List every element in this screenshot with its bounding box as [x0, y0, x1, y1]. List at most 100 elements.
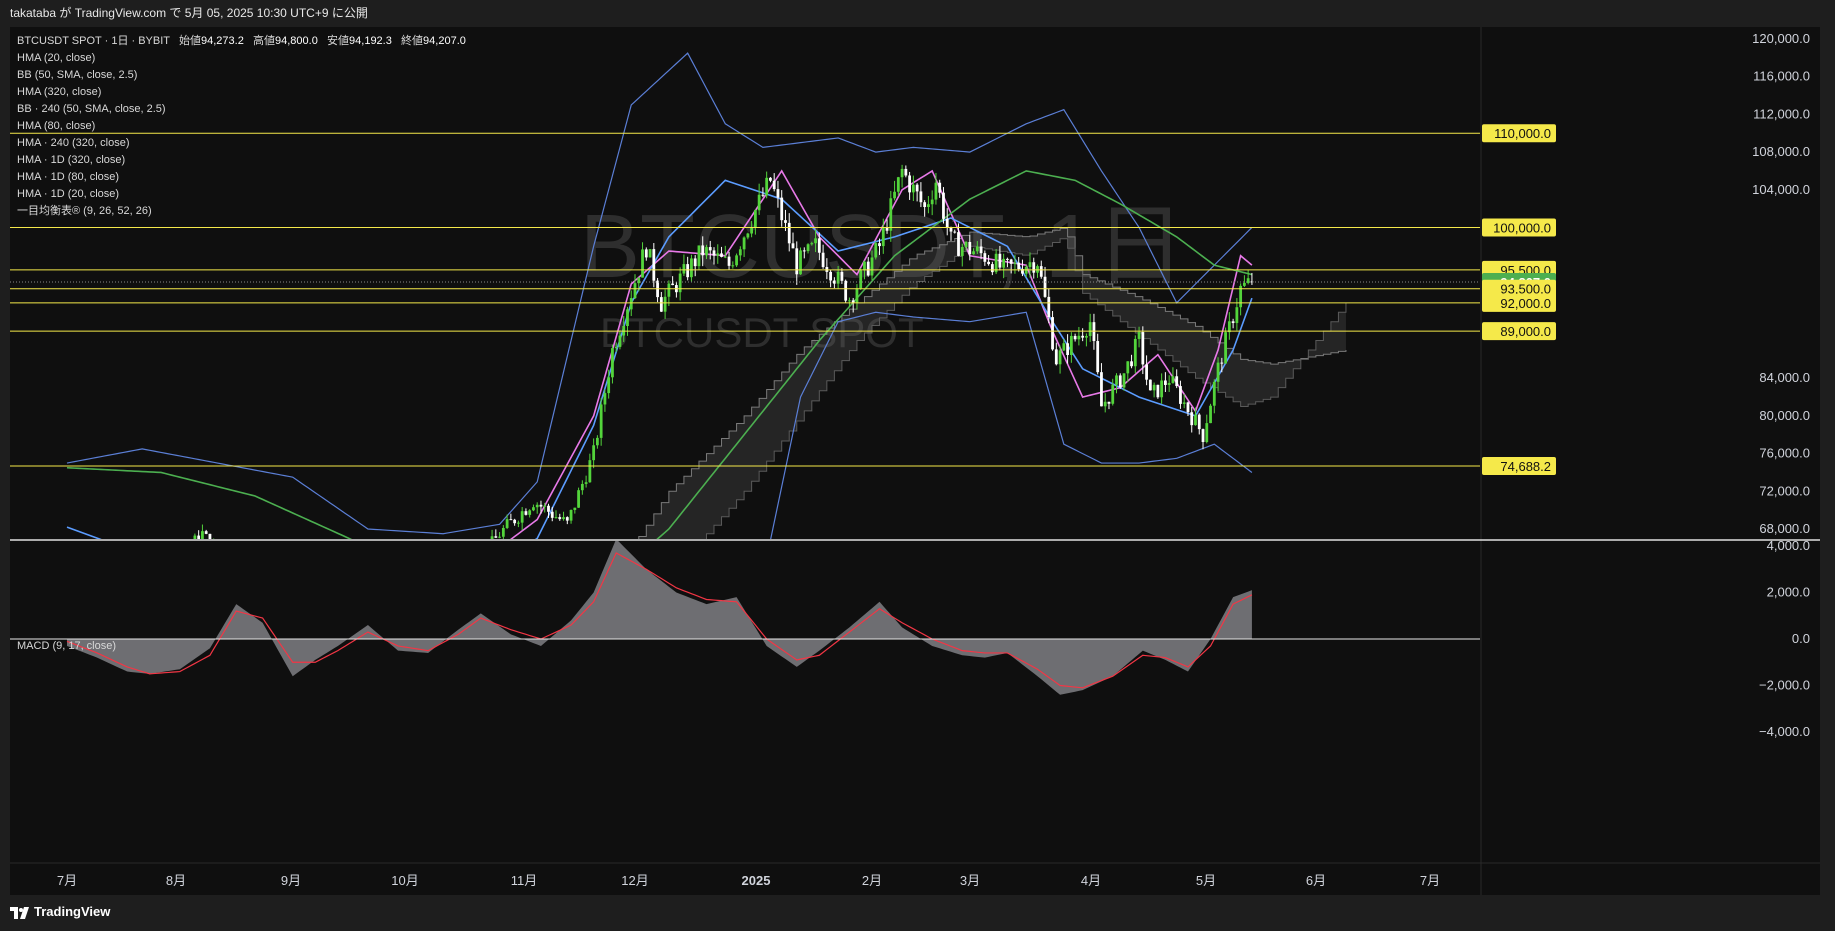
time-axis-label: 2月 [862, 873, 882, 888]
candle-body [855, 288, 859, 303]
price-tick-label: 116,000.0 [1753, 69, 1810, 84]
candle-body [1122, 373, 1126, 388]
candle-body [558, 517, 562, 520]
chart-area[interactable]: BTCUSDT, 1日 BTCUSDT SPOT 120,000.0 116,000.… [10, 27, 1820, 895]
candle-body [663, 296, 667, 312]
candle-body [885, 227, 889, 231]
candle-body [1115, 375, 1118, 385]
candle-body [1137, 332, 1141, 339]
macd-tick-label: 4,000.0 [1767, 538, 1810, 553]
candle-body [1141, 332, 1145, 365]
level-label-6: 89,000.0 [1500, 324, 1551, 339]
candle-body [1133, 338, 1137, 367]
candle-body [501, 527, 505, 537]
candle-body [1006, 258, 1009, 260]
candle-body [535, 504, 539, 508]
price-tick-label: 84,000.0 [1759, 370, 1810, 385]
candle-body [769, 177, 772, 181]
candle-body [1145, 364, 1148, 380]
candle-body [1164, 380, 1167, 385]
candle-body [945, 218, 949, 227]
candle-body [893, 191, 896, 199]
candle-body [678, 273, 682, 293]
time-axis-label: 11月 [511, 873, 538, 888]
candle-body [204, 531, 208, 534]
price-chart-svg[interactable]: BTCUSDT, 1日BTCUSDT SPOT120,000.0116,000.… [10, 27, 1820, 895]
candle-body [524, 511, 528, 515]
candle-body [919, 191, 923, 203]
candle-body [618, 335, 622, 347]
candle-body [697, 245, 701, 267]
candle-body [705, 247, 708, 256]
candle-body [938, 182, 942, 193]
candle-body [1081, 335, 1085, 338]
candle-body [968, 241, 972, 255]
candle-body [1194, 414, 1197, 426]
published-text: takataba が TradingView.com で 5月 05, 2025… [10, 6, 368, 20]
candle-body [701, 245, 705, 256]
candle-body [1096, 341, 1100, 373]
candle-body [1039, 266, 1043, 277]
candle-body [554, 517, 558, 519]
candle-body [626, 309, 629, 327]
candle-body [528, 510, 532, 515]
candle-body [799, 250, 802, 275]
candle-body [667, 283, 671, 297]
candle-body [1100, 372, 1103, 407]
candle-body [614, 346, 618, 349]
candle-body [1227, 321, 1231, 333]
candle-body [848, 300, 851, 302]
candle-body [1009, 259, 1013, 264]
candle-body [498, 536, 501, 538]
macd-tick-label: −2,000.0 [1759, 678, 1810, 693]
candle-body [494, 536, 498, 538]
candle-body [1235, 307, 1239, 324]
candle-body [911, 184, 915, 193]
level-label-7: 74,688.2 [1500, 459, 1551, 474]
time-axis-label: 12月 [621, 873, 648, 888]
candle-body [904, 168, 908, 176]
candle-body [648, 249, 652, 258]
candle-body [972, 251, 975, 255]
candle-body [509, 519, 513, 521]
candle-body [1069, 335, 1073, 356]
candle-body [817, 238, 821, 253]
candle-body [908, 175, 912, 193]
candle-body [516, 522, 520, 524]
candle-body [1054, 349, 1058, 365]
time-axis-label: 3月 [960, 873, 980, 888]
candle-body [998, 253, 1002, 268]
macd-legend[interactable]: MACD (9, 17, close) [17, 640, 116, 652]
candle-body [573, 507, 577, 510]
candle-body [795, 248, 799, 275]
candle-body [731, 265, 735, 267]
brand-text: TradingView [34, 904, 111, 919]
candle-body [772, 180, 776, 190]
candle-body [1032, 262, 1036, 273]
candle-body [550, 511, 554, 518]
candle-body [859, 270, 863, 289]
price-tick-label: 108,000.0 [1752, 144, 1810, 159]
candle-body [975, 246, 979, 252]
candle-body [592, 445, 596, 461]
candle-body [1062, 343, 1066, 351]
candle-body [923, 202, 927, 208]
candle-body [682, 264, 686, 274]
candle-body [723, 256, 727, 258]
candle-body [900, 168, 904, 178]
candle-body [629, 298, 633, 310]
level-label-1: 100,000.0 [1493, 220, 1551, 235]
candle-body [611, 348, 614, 378]
candle-body [1197, 414, 1201, 430]
time-axis-label: 7月 [57, 873, 77, 888]
tradingview-brand[interactable]: TradingView [10, 904, 110, 919]
footer-bar: TradingView [0, 895, 1835, 931]
candle-body [1156, 384, 1160, 398]
time-axis-label: 6月 [1306, 873, 1326, 888]
candle-body [1077, 335, 1081, 340]
candle-body [787, 222, 791, 244]
candle-body [1216, 362, 1220, 382]
candle-body [1130, 361, 1133, 367]
candle-body [712, 250, 716, 256]
level-label-5: 92,000.0 [1500, 296, 1551, 311]
